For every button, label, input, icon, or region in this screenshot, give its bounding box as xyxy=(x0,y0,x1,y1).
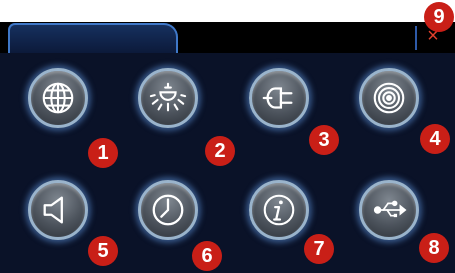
light-bulb-icon xyxy=(149,82,187,112)
badge-3: 3 xyxy=(309,125,339,155)
badge-5: 5 xyxy=(88,236,118,266)
badge-8: 8 xyxy=(419,233,449,263)
power-plug-icon xyxy=(262,87,293,109)
light-button[interactable] xyxy=(138,68,198,128)
globe-icon xyxy=(42,82,74,114)
clock-icon xyxy=(152,194,184,226)
badge-4: 4 xyxy=(420,124,450,154)
globe-button[interactable] xyxy=(28,68,88,128)
badge-2: 2 xyxy=(205,136,235,166)
badge-9: 9 xyxy=(424,2,454,32)
sound-button[interactable] xyxy=(28,180,88,240)
badge-7: 7 xyxy=(304,234,334,264)
target-icon xyxy=(373,82,405,114)
usb-icon xyxy=(373,200,407,218)
tab-separator xyxy=(415,26,417,50)
active-tab[interactable] xyxy=(8,23,178,53)
speaker-icon xyxy=(43,196,63,224)
usb-button[interactable] xyxy=(359,180,419,240)
badge-6: 6 xyxy=(192,241,222,271)
power-button[interactable] xyxy=(249,68,309,128)
badge-1: 1 xyxy=(88,138,118,168)
info-icon xyxy=(263,194,295,226)
clock-button[interactable] xyxy=(138,180,198,240)
target-button[interactable] xyxy=(359,68,419,128)
info-button[interactable] xyxy=(249,180,309,240)
